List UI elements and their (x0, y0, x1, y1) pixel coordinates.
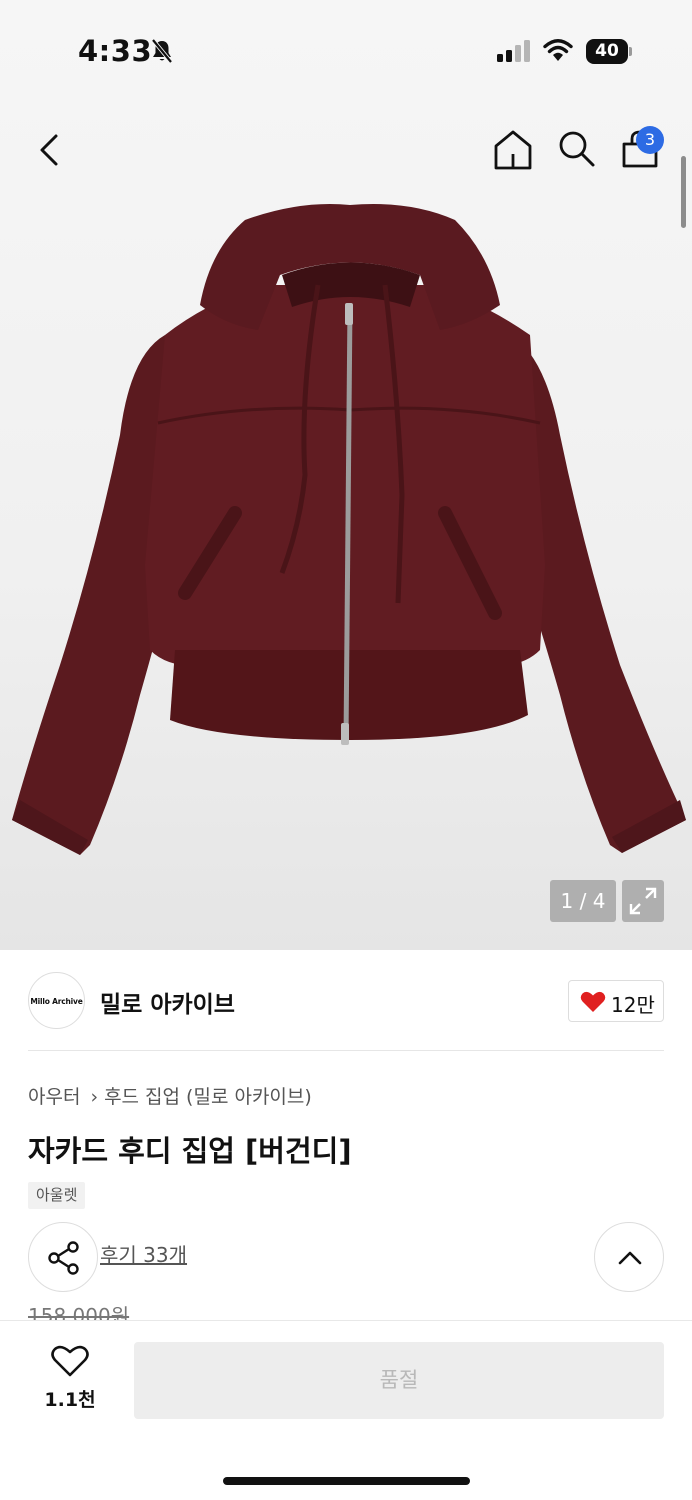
share-icon (48, 1241, 79, 1275)
scroll-top-button[interactable] (594, 1222, 664, 1292)
outlet-tag: 아울렛 (28, 1182, 86, 1209)
image-counter: 1 / 4 (550, 880, 616, 922)
chevron-right-icon: › (90, 1086, 99, 1108)
brand-name[interactable]: 밀로 아카이브 (100, 985, 235, 1019)
wish-count: 1.1천 (44, 1389, 96, 1411)
battery-level: 40 (595, 41, 619, 61)
wifi-icon (543, 39, 573, 61)
brand-logo[interactable]: Millo Archive (28, 972, 85, 1029)
heart-icon (580, 991, 606, 1012)
brand-like-count: 12만 (611, 993, 655, 1017)
breadcrumb-item[interactable]: 아우터 (28, 1086, 80, 1108)
breadcrumb-item[interactable]: 후드 집업 (밀로 아카이브) (104, 1086, 312, 1108)
status-time: 4:33 (78, 34, 153, 68)
divider (28, 1050, 664, 1051)
cart-count-badge: 3 (636, 126, 664, 154)
bell-off-icon (151, 38, 173, 64)
breadcrumb: 아우터 › 후드 집업 (밀로 아카이브) (28, 1082, 312, 1109)
brand-like-button[interactable]: 12만 (568, 980, 664, 1022)
status-bar: 4:33 40 (0, 0, 692, 100)
soldout-button[interactable]: 품절 (134, 1342, 664, 1419)
heart-icon[interactable] (50, 1344, 90, 1378)
back-icon[interactable] (30, 128, 70, 172)
battery-icon: 40 (586, 39, 632, 64)
expand-icon (629, 887, 657, 915)
product-title: 자카드 후디 집업 [버건디] (28, 1134, 352, 1168)
home-indicator (223, 1477, 470, 1485)
chevron-up-icon (618, 1251, 642, 1265)
product-image[interactable] (0, 195, 692, 875)
share-button[interactable] (28, 1222, 98, 1292)
signal-icon (497, 40, 530, 62)
search-icon[interactable] (555, 127, 599, 171)
expand-button[interactable] (622, 880, 664, 922)
reviews-link[interactable]: 후기 33개 (100, 1239, 187, 1268)
home-icon[interactable] (491, 127, 535, 173)
